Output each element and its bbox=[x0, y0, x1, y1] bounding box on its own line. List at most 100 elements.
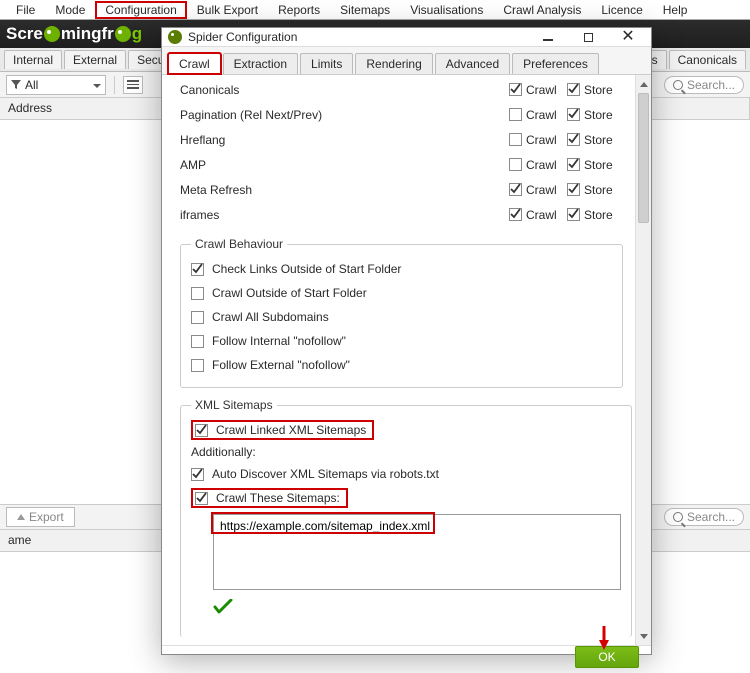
search-input[interactable]: Search... bbox=[664, 76, 744, 94]
option-auto-discover-sitemaps: Auto Discover XML Sitemaps via robots.tx… bbox=[212, 467, 439, 481]
checkbox-pagination-store[interactable] bbox=[567, 108, 580, 121]
maximise-button[interactable] bbox=[577, 28, 599, 46]
checkbox-follow-external-nofollow[interactable] bbox=[191, 359, 204, 372]
main-menu-bar: File Mode Configuration Bulk Export Repo… bbox=[0, 0, 750, 20]
menu-mode[interactable]: Mode bbox=[45, 1, 95, 19]
minimise-button[interactable] bbox=[537, 28, 559, 46]
menu-bulk-export[interactable]: Bulk Export bbox=[187, 1, 268, 19]
fieldset-crawl-behaviour: Crawl Behaviour Check Links Outside of S… bbox=[180, 237, 623, 388]
search-icon bbox=[673, 512, 683, 522]
checkbox-crawl-these-sitemaps[interactable] bbox=[195, 492, 208, 505]
store-label: Store bbox=[584, 208, 613, 222]
dialog-scroll-content: Canonicals Crawl Store Pagination (Rel N… bbox=[162, 75, 635, 645]
option-check-links-outside: Check Links Outside of Start Folder bbox=[212, 262, 401, 276]
option-crawl-subdomains: Crawl All Subdomains bbox=[212, 310, 329, 324]
sitemap-url-textarea[interactable] bbox=[213, 514, 621, 590]
crawl-label: Crawl bbox=[526, 83, 557, 97]
checkbox-canonicals-store[interactable] bbox=[567, 83, 580, 96]
additionally-label: Additionally: bbox=[191, 445, 621, 459]
export-label: Export bbox=[29, 510, 64, 524]
spider-configuration-dialog: Spider Configuration ✕ Crawl Extraction … bbox=[161, 27, 652, 655]
checkbox-canonicals-crawl[interactable] bbox=[509, 83, 522, 96]
checkbox-iframes-crawl[interactable] bbox=[509, 208, 522, 221]
logo-pre: Scre bbox=[6, 24, 43, 44]
checkbox-auto-discover-sitemaps[interactable] bbox=[191, 468, 204, 481]
tab-advanced[interactable]: Advanced bbox=[435, 53, 510, 74]
search-input-lower[interactable]: Search... bbox=[664, 508, 744, 526]
menu-configuration[interactable]: Configuration bbox=[95, 1, 186, 19]
checkbox-crawl-linked-sitemaps[interactable] bbox=[195, 424, 208, 437]
tab-internal[interactable]: Internal bbox=[4, 50, 62, 69]
valid-tick-icon bbox=[213, 599, 235, 617]
tab-canonicals[interactable]: Canonicals bbox=[669, 50, 746, 69]
option-crawl-linked-sitemaps: Crawl Linked XML Sitemaps bbox=[216, 423, 366, 437]
menu-reports[interactable]: Reports bbox=[268, 1, 330, 19]
store-label: Store bbox=[584, 133, 613, 147]
checkbox-metarefresh-store[interactable] bbox=[567, 183, 580, 196]
fieldset-xml-sitemaps: XML Sitemaps Crawl Linked XML Sitemaps A… bbox=[180, 398, 632, 637]
export-button[interactable]: Export bbox=[6, 507, 75, 527]
highlight-crawl-these-sitemaps: Crawl These Sitemaps: bbox=[191, 488, 348, 508]
filter-select[interactable]: All bbox=[6, 75, 106, 95]
option-label: Meta Refresh bbox=[180, 183, 509, 197]
checkbox-hreflang-store[interactable] bbox=[567, 133, 580, 146]
app-logo: Scre mingfr g bbox=[6, 24, 142, 44]
store-label: Store bbox=[584, 108, 613, 122]
search-placeholder-lower: Search... bbox=[687, 510, 735, 524]
option-row-metarefresh: Meta Refresh Crawl Store bbox=[180, 177, 623, 202]
option-label: AMP bbox=[180, 158, 509, 172]
checkbox-amp-crawl[interactable] bbox=[509, 158, 522, 171]
dialog-titlebar[interactable]: Spider Configuration ✕ bbox=[162, 28, 651, 47]
option-row-canonicals: Canonicals Crawl Store bbox=[180, 77, 623, 102]
search-icon bbox=[673, 80, 683, 90]
store-label: Store bbox=[584, 158, 613, 172]
logo-o-icon bbox=[44, 26, 60, 42]
scrollbar-track[interactable] bbox=[636, 93, 651, 627]
tab-crawl[interactable]: Crawl bbox=[168, 53, 221, 74]
option-label: Canonicals bbox=[180, 83, 509, 97]
checkbox-amp-store[interactable] bbox=[567, 158, 580, 171]
checkbox-metarefresh-crawl[interactable] bbox=[509, 183, 522, 196]
checkbox-crawl-outside[interactable] bbox=[191, 287, 204, 300]
menu-sitemaps[interactable]: Sitemaps bbox=[330, 1, 400, 19]
crawl-label: Crawl bbox=[526, 108, 557, 122]
frog-icon bbox=[168, 30, 182, 44]
tab-preferences[interactable]: Preferences bbox=[512, 53, 599, 74]
scroll-down-button[interactable] bbox=[637, 629, 651, 643]
checkbox-check-links-outside[interactable] bbox=[191, 263, 204, 276]
menu-crawl-analysis[interactable]: Crawl Analysis bbox=[493, 1, 591, 19]
dialog-scrollbar[interactable] bbox=[635, 75, 651, 645]
sitemap-url-wrapper bbox=[213, 514, 621, 593]
filter-value: All bbox=[25, 78, 38, 92]
list-view-icon[interactable] bbox=[123, 76, 143, 94]
tab-limits[interactable]: Limits bbox=[300, 53, 353, 74]
maximise-icon bbox=[584, 33, 593, 42]
option-row-amp: AMP Crawl Store bbox=[180, 152, 623, 177]
crawl-label: Crawl bbox=[526, 208, 557, 222]
crawl-label: Crawl bbox=[526, 183, 557, 197]
menu-help[interactable]: Help bbox=[653, 1, 698, 19]
menu-licence[interactable]: Licence bbox=[591, 1, 652, 19]
checkbox-follow-internal-nofollow[interactable] bbox=[191, 335, 204, 348]
chevron-down-icon bbox=[93, 84, 101, 88]
checkbox-crawl-subdomains[interactable] bbox=[191, 311, 204, 324]
footer-col-name: ame bbox=[8, 533, 31, 547]
close-button[interactable]: ✕ bbox=[617, 28, 639, 46]
menu-visualisations[interactable]: Visualisations bbox=[400, 1, 493, 19]
checkbox-hreflang-crawl[interactable] bbox=[509, 133, 522, 146]
scroll-up-button[interactable] bbox=[637, 77, 651, 91]
checkbox-pagination-crawl[interactable] bbox=[509, 108, 522, 121]
menu-file[interactable]: File bbox=[6, 1, 45, 19]
checkbox-iframes-store[interactable] bbox=[567, 208, 580, 221]
minimise-icon bbox=[543, 39, 553, 41]
option-label: iframes bbox=[180, 208, 509, 222]
tab-external[interactable]: External bbox=[64, 50, 126, 69]
scrollbar-thumb[interactable] bbox=[638, 93, 649, 223]
dialog-body: Canonicals Crawl Store Pagination (Rel N… bbox=[162, 75, 651, 645]
tab-extraction[interactable]: Extraction bbox=[223, 53, 298, 74]
store-label: Store bbox=[584, 183, 613, 197]
legend-crawl-behaviour: Crawl Behaviour bbox=[191, 237, 287, 251]
tab-rendering[interactable]: Rendering bbox=[355, 53, 432, 74]
option-row-pagination: Pagination (Rel Next/Prev) Crawl Store bbox=[180, 102, 623, 127]
chevron-up-icon bbox=[640, 82, 648, 87]
